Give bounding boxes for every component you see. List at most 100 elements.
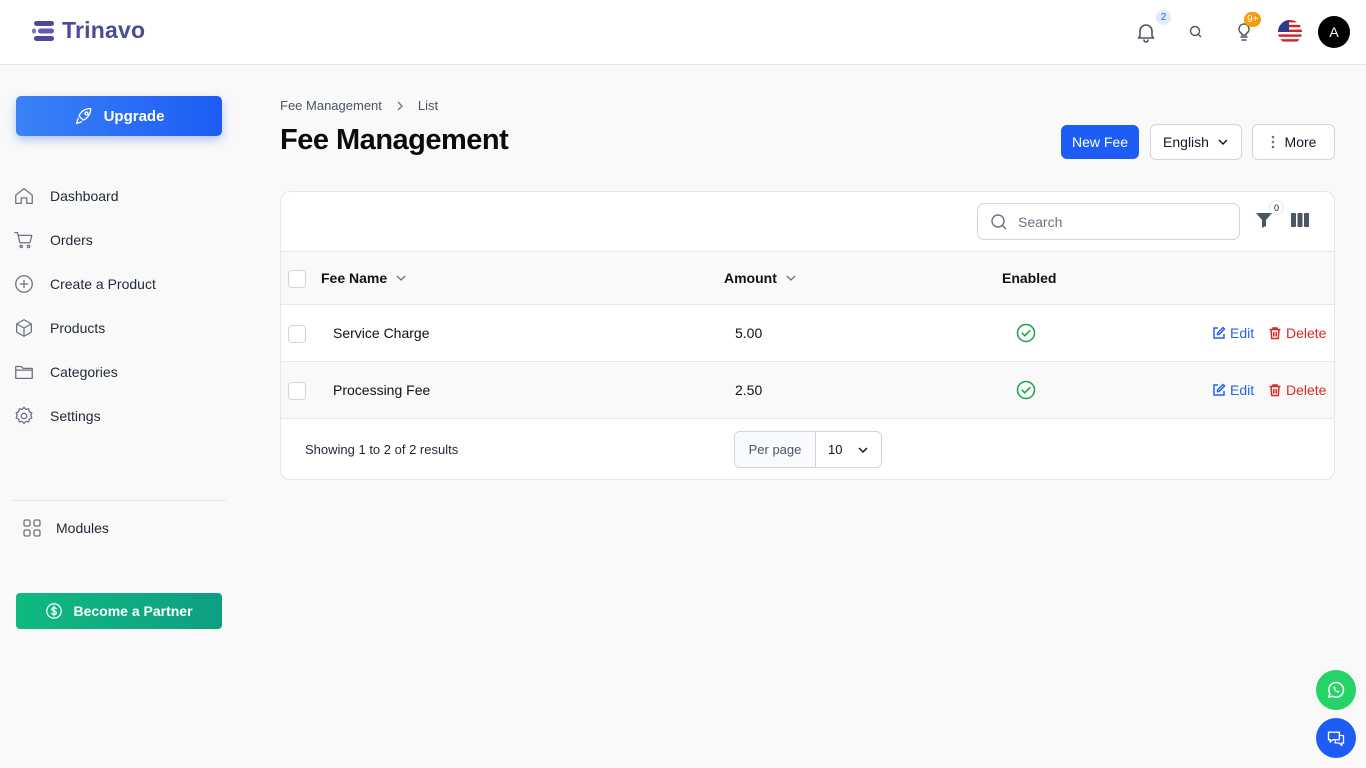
language-value: English <box>1163 134 1209 150</box>
edit-label: Edit <box>1230 325 1255 341</box>
delete-button[interactable]: Delete <box>1268 325 1326 341</box>
kebab-menu-icon <box>1271 135 1275 149</box>
sidebar-item-label: Products <box>50 320 106 336</box>
amount-cell: 5.00 <box>735 325 763 341</box>
sidebar-item-modules[interactable]: Modules <box>22 518 109 538</box>
per-page-value: 10 <box>828 442 843 457</box>
sidebar-item-label: Settings <box>50 408 101 424</box>
tips-badge: 9+ <box>1244 12 1262 27</box>
amount-cell: 2.50 <box>735 382 763 398</box>
upgrade-label: Upgrade <box>103 107 165 125</box>
table-row: Service Charge 5.00 Edit Delete <box>281 305 1334 362</box>
edit-label: Edit <box>1230 382 1255 398</box>
sidebar-item-orders[interactable]: Orders <box>12 218 226 262</box>
sidebar-item-products[interactable]: Products <box>12 306 226 350</box>
new-fee-button[interactable]: New Fee <box>1061 125 1139 159</box>
sidebar-item-categories[interactable]: Categories <box>12 350 226 394</box>
gear-icon <box>12 404 36 428</box>
column-header-label: Fee Name <box>321 270 388 286</box>
sidebar-item-create-product[interactable]: Create a Product <box>12 262 226 306</box>
folder-icon <box>12 360 36 384</box>
chevron-down-icon <box>857 444 869 456</box>
breadcrumb-item: List <box>417 98 439 113</box>
user-avatar[interactable]: A <box>1318 16 1350 48</box>
language-select[interactable]: English <box>1150 124 1242 160</box>
search-icon <box>1184 24 1208 40</box>
delete-label: Delete <box>1286 382 1327 398</box>
column-fee-name[interactable]: Fee Name <box>321 270 407 286</box>
more-label: More <box>1284 134 1317 150</box>
sidebar-divider <box>12 500 226 501</box>
bell-icon <box>1134 20 1158 44</box>
search-icon <box>990 213 1008 231</box>
check-circle-icon <box>1016 380 1036 400</box>
chevron-right-icon <box>394 100 406 112</box>
edit-button[interactable]: Edit <box>1212 325 1254 341</box>
sidebar-item-settings[interactable]: Settings <box>12 394 226 438</box>
page-title: Fee Management <box>280 124 509 156</box>
select-all-checkbox[interactable] <box>288 270 306 288</box>
upgrade-button[interactable]: Upgrade <box>16 96 222 136</box>
columns-icon <box>1291 212 1309 228</box>
sidebar-nav: Dashboard Orders Create a Product Produc… <box>12 174 226 438</box>
filter-icon <box>1255 211 1273 229</box>
whatsapp-icon <box>1325 679 1347 701</box>
column-header-label: Amount <box>724 270 777 286</box>
columns-toggle-button[interactable] <box>1291 212 1309 228</box>
plus-circle-icon <box>12 272 36 296</box>
table-header: Fee Name Amount Enabled <box>281 251 1334 305</box>
fee-name-cell: Processing Fee <box>333 382 431 398</box>
row-checkbox[interactable] <box>288 382 306 400</box>
logo-mark-icon <box>32 18 58 44</box>
table-row: Processing Fee 2.50 Edit Delete <box>281 362 1334 419</box>
sidebar-item-label: Orders <box>50 232 93 248</box>
chat-support-button[interactable] <box>1316 718 1356 758</box>
column-amount[interactable]: Amount <box>724 270 797 286</box>
search-button[interactable] <box>1184 20 1208 44</box>
box-icon <box>12 316 36 340</box>
chat-icon <box>1326 728 1346 748</box>
column-enabled: Enabled <box>1002 270 1056 286</box>
edit-icon <box>1212 383 1226 397</box>
delete-button[interactable]: Delete <box>1268 382 1326 398</box>
modules-label: Modules <box>56 520 109 536</box>
trash-icon <box>1268 326 1282 340</box>
tips-button[interactable]: 9+ <box>1232 12 1262 44</box>
sidebar-item-dashboard[interactable]: Dashboard <box>12 174 226 218</box>
filter-button[interactable]: 0 <box>1255 200 1284 229</box>
sidebar-item-label: Dashboard <box>50 188 119 204</box>
trash-icon <box>1268 383 1282 397</box>
top-bar: Trinavo 2 9+ A <box>0 0 1366 65</box>
filter-count-badge: 0 <box>1269 200 1284 215</box>
row-checkbox[interactable] <box>288 325 306 343</box>
per-page-select[interactable]: Per page 10 <box>734 431 882 468</box>
edit-icon <box>1212 326 1226 340</box>
breadcrumb-item[interactable]: Fee Management <box>280 98 382 113</box>
more-button[interactable]: More <box>1252 124 1335 160</box>
partner-label: Become a Partner <box>73 603 193 619</box>
grid-icon <box>22 518 42 538</box>
column-header-label: Enabled <box>1002 270 1057 286</box>
us-flag-icon[interactable] <box>1278 20 1302 44</box>
become-partner-button[interactable]: Become a Partner <box>16 593 222 629</box>
brand-logo[interactable]: Trinavo <box>32 17 145 44</box>
per-page-dropdown[interactable]: 10 <box>816 432 881 467</box>
search-box[interactable] <box>977 203 1240 240</box>
results-summary: Showing 1 to 2 of 2 results <box>305 442 459 457</box>
home-icon <box>12 184 36 208</box>
sidebar-item-label: Categories <box>50 364 118 380</box>
chevron-down-icon <box>785 272 797 284</box>
breadcrumb: Fee Management List <box>280 98 438 113</box>
per-page-label: Per page <box>735 432 816 467</box>
brand-name: Trinavo <box>62 17 146 43</box>
check-circle-icon <box>1016 323 1036 343</box>
fee-table-card: 0 Fee Name Amount Enabled Service Charge… <box>280 191 1335 480</box>
delete-label: Delete <box>1286 325 1327 341</box>
whatsapp-button[interactable] <box>1316 670 1356 710</box>
edit-button[interactable]: Edit <box>1212 382 1254 398</box>
rocket-icon <box>74 106 94 126</box>
notifications-button[interactable]: 2 <box>1134 10 1171 44</box>
search-input[interactable] <box>1018 213 1218 230</box>
sidebar-item-label: Create a Product <box>50 276 156 292</box>
chevron-down-icon <box>395 272 407 284</box>
